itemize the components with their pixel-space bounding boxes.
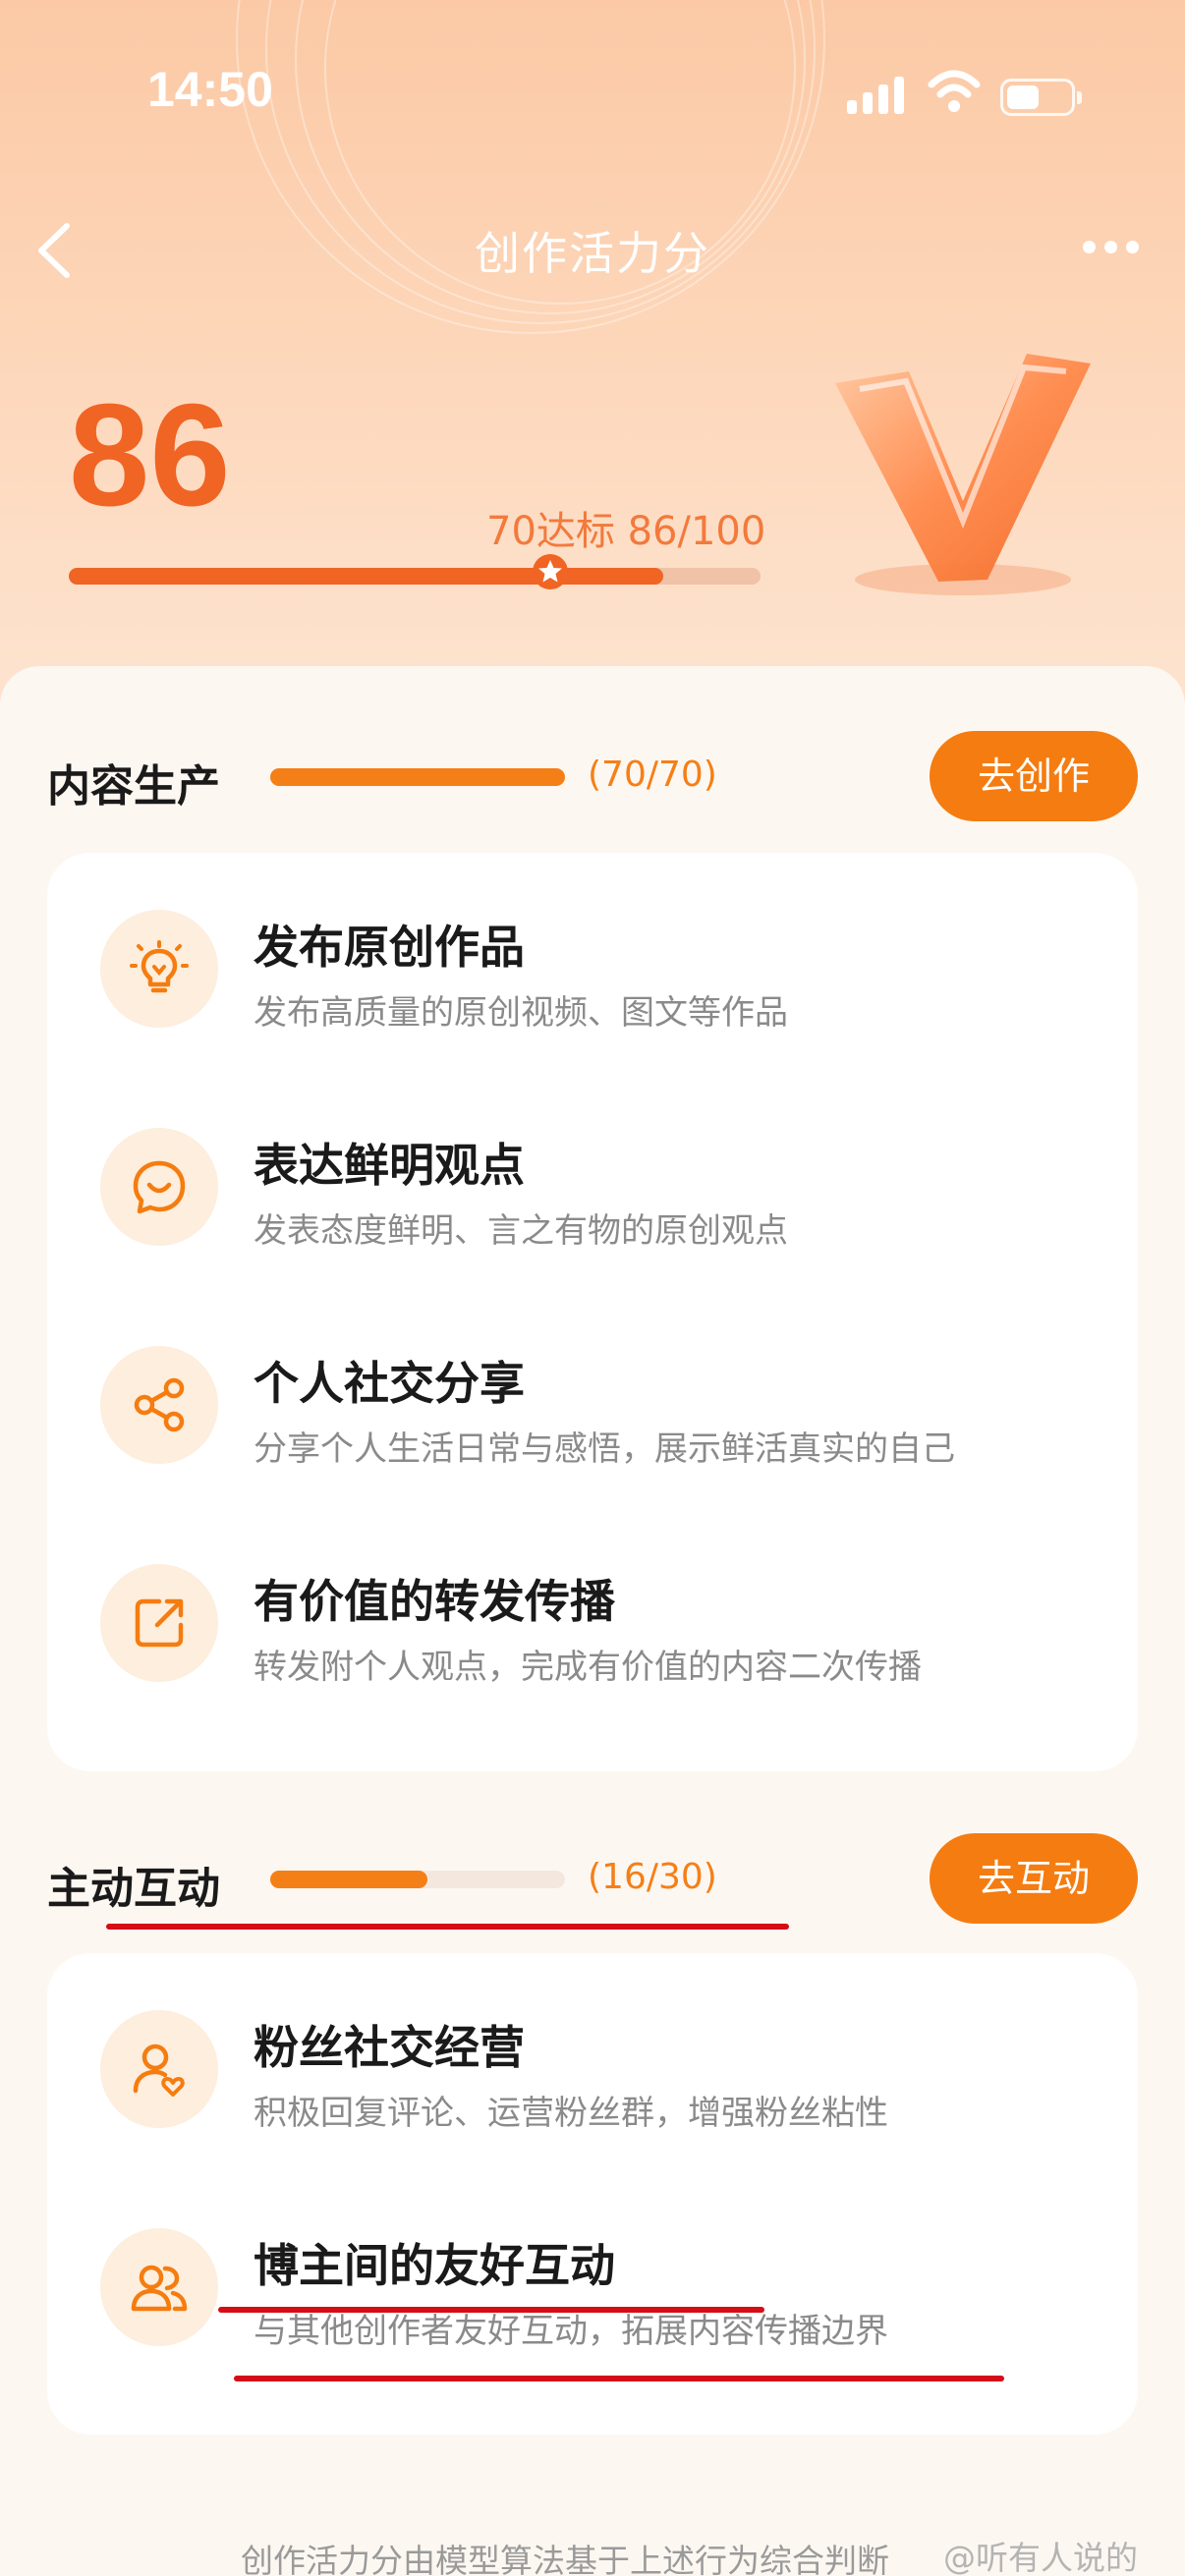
item-desc: 发布高质量的原创视频、图文等作品	[254, 993, 788, 1033]
section-active-interaction: 主动互动 (16/30) 去互动	[0, 1829, 1185, 1928]
more-icon[interactable]	[1077, 236, 1146, 259]
item-title: 粉丝社交经营	[254, 2021, 525, 2074]
list-item[interactable]: 博主间的友好互动 与其他创作者友好互动，拓展内容传播边界	[47, 2171, 1138, 2387]
item-desc: 转发附个人观点，完成有价值的内容二次传播	[254, 1648, 922, 1687]
item-title: 个人社交分享	[254, 1357, 525, 1410]
section-count: (70/70)	[588, 755, 717, 795]
go-interact-button[interactable]: 去互动	[930, 1833, 1138, 1924]
share-icon	[100, 1346, 218, 1464]
section-count: (16/30)	[588, 1857, 717, 1897]
item-title: 表达鲜明观点	[254, 1139, 525, 1192]
list-item[interactable]: 表达鲜明观点 发表态度鲜明、言之有物的原创观点	[47, 1071, 1138, 1287]
user-heart-icon	[100, 2010, 218, 2128]
footer-note: 创作活力分由模型算法基于上述行为综合判断	[241, 2542, 889, 2576]
annotation-underline	[106, 1924, 789, 1930]
score-target-text: 70达标 86/100	[486, 509, 766, 554]
score-value: 86	[69, 374, 231, 536]
list-item[interactable]: 有价值的转发传播 转发附个人观点，完成有价值的内容二次传播	[47, 1507, 1138, 1723]
chat-smile-icon	[100, 1128, 218, 1246]
item-title: 发布原创作品	[254, 921, 525, 974]
lightbulb-icon	[100, 910, 218, 1028]
wifi-icon	[928, 70, 981, 112]
list-item[interactable]: 粉丝社交经营 积极回复评论、运营粉丝群，增强粉丝粘性	[47, 1953, 1138, 2169]
section-content-production: 内容生产 (70/70) 去创作	[0, 727, 1185, 825]
v-badge-icon	[835, 354, 1091, 595]
section-progress-bar	[270, 1871, 565, 1888]
section-progress-fill	[270, 1871, 427, 1888]
item-desc: 发表态度鲜明、言之有物的原创观点	[254, 1211, 788, 1251]
users-icon	[100, 2228, 218, 2346]
item-title: 博主间的友好互动	[254, 2239, 615, 2292]
section-progress-bar	[270, 768, 565, 786]
section-progress-fill	[270, 768, 565, 786]
section-title: 主动互动	[47, 1864, 220, 1914]
go-create-button[interactable]: 去创作	[930, 731, 1138, 821]
battery-icon	[1000, 79, 1082, 116]
status-time: 14:50	[147, 62, 273, 117]
item-title: 有价值的转发传播	[254, 1575, 615, 1628]
list-item[interactable]: 个人社交分享 分享个人生活日常与感悟，展示鲜活真实的自己	[47, 1289, 1138, 1505]
annotation-underline	[218, 2307, 764, 2313]
watermark: @听有人说的	[943, 2539, 1138, 2576]
content-production-card: 发布原创作品 发布高质量的原创视频、图文等作品 表达鲜明观点 发表态度鲜明、言之…	[47, 853, 1138, 1771]
item-desc: 分享个人生活日常与感悟，展示鲜活真实的自己	[254, 1429, 955, 1469]
interaction-card: 粉丝社交经营 积极回复评论、运营粉丝群，增强粉丝粘性 博主间的友好互动 与其他创…	[47, 1953, 1138, 2435]
annotation-underline	[234, 2376, 1004, 2381]
page-title: 创作活力分	[475, 227, 710, 280]
score-progress-fill	[69, 568, 664, 585]
forward-icon	[100, 1564, 218, 1682]
status-bar: 14:50	[0, 0, 1185, 128]
list-item[interactable]: 发布原创作品 发布高质量的原创视频、图文等作品	[47, 853, 1138, 1069]
score-progress-bar	[69, 568, 761, 585]
pass-mark-star-icon	[533, 554, 568, 589]
section-title: 内容生产	[47, 761, 220, 812]
item-desc: 积极回复评论、运营粉丝群，增强粉丝粘性	[254, 2094, 888, 2133]
